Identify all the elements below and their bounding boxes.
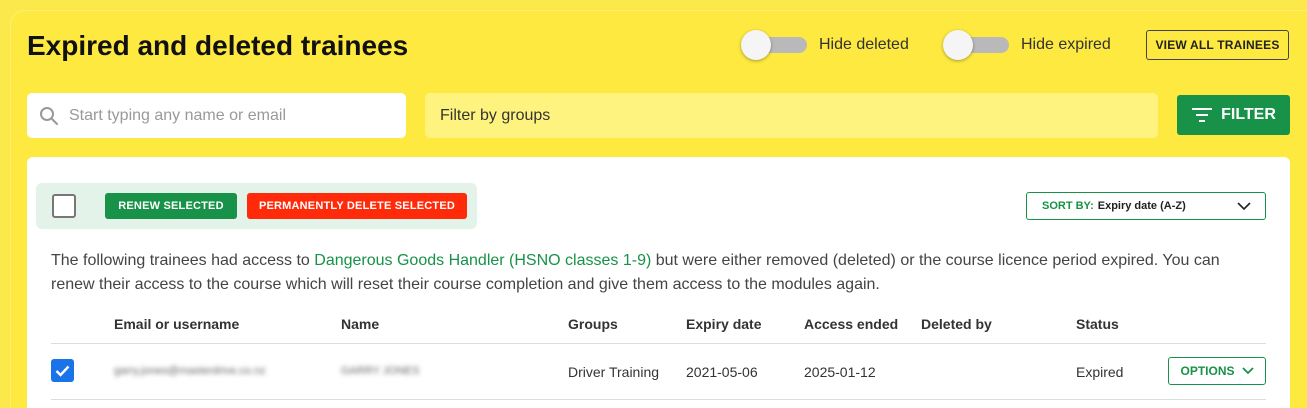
header-divider	[51, 343, 1266, 344]
sort-by-dropdown[interactable]: SORT BY: Expiry date (A-Z)	[1026, 192, 1266, 220]
description-prefix: The following trainees had access to	[51, 252, 315, 269]
row-access-ended: 2025-01-12	[804, 364, 876, 380]
column-header-name[interactable]: Name	[341, 316, 379, 332]
checkmark-icon	[55, 365, 70, 377]
column-header-expiry-date[interactable]: Expiry date	[686, 316, 761, 332]
chevron-down-icon	[1241, 367, 1254, 375]
course-link[interactable]: Dangerous Goods Handler (HSNO classes 1-…	[314, 252, 651, 269]
column-header-groups[interactable]: Groups	[568, 316, 618, 332]
row-email: garry.jones@masterdrive.co.nz	[114, 365, 266, 377]
groups-filter-select[interactable]: Filter by groups	[425, 93, 1158, 138]
search-icon	[40, 106, 58, 125]
search-box[interactable]	[27, 93, 406, 138]
select-all-checkbox[interactable]	[52, 194, 76, 218]
description-text: The following trainees had access to Dan…	[51, 249, 1241, 297]
permanently-delete-selected-button[interactable]: PERMANENTLY DELETE SELECTED	[247, 193, 467, 219]
filter-button-label: FILTER	[1221, 106, 1276, 123]
filter-button[interactable]: FILTER	[1177, 95, 1290, 135]
hide-expired-toggle[interactable]: Hide expired	[943, 30, 1111, 60]
groups-filter-placeholder: Filter by groups	[440, 106, 551, 124]
renew-selected-button[interactable]: RENEW SELECTED	[105, 193, 237, 219]
row-divider	[51, 399, 1266, 400]
row-groups: Driver Training	[568, 364, 660, 380]
filter-icon	[1192, 108, 1213, 122]
row-options-button[interactable]: OPTIONS	[1168, 357, 1266, 385]
search-input[interactable]	[69, 106, 389, 125]
hide-expired-label: Hide expired	[1021, 36, 1111, 53]
column-header-deleted-by[interactable]: Deleted by	[921, 316, 992, 332]
toggle-switch[interactable]	[943, 30, 1009, 60]
sort-by-prefix: SORT BY:	[1042, 200, 1094, 212]
row-status: Expired	[1076, 364, 1124, 380]
toggle-switch[interactable]	[741, 30, 807, 60]
chevron-down-icon	[1237, 202, 1251, 211]
options-label: OPTIONS	[1180, 364, 1235, 378]
bulk-actions-bar: RENEW SELECTED PERMANENTLY DELETE SELECT…	[36, 183, 477, 229]
column-header-access-ended[interactable]: Access ended	[804, 316, 898, 332]
hide-deleted-label: Hide deleted	[819, 36, 909, 53]
hide-deleted-toggle[interactable]: Hide deleted	[741, 30, 909, 60]
row-name: GARRY JONES	[341, 365, 420, 377]
column-header-email[interactable]: Email or username	[114, 316, 239, 332]
view-all-trainees-button[interactable]: VIEW ALL TRAINEES	[1146, 30, 1289, 60]
row-expiry-date: 2021-05-06	[686, 364, 758, 380]
page-title: Expired and deleted trainees	[27, 30, 409, 61]
column-header-status[interactable]: Status	[1076, 316, 1119, 332]
row-checkbox[interactable]	[51, 359, 74, 382]
sort-by-value: Expiry date (A-Z)	[1097, 200, 1186, 212]
trainees-card: RENEW SELECTED PERMANENTLY DELETE SELECT…	[27, 157, 1290, 408]
